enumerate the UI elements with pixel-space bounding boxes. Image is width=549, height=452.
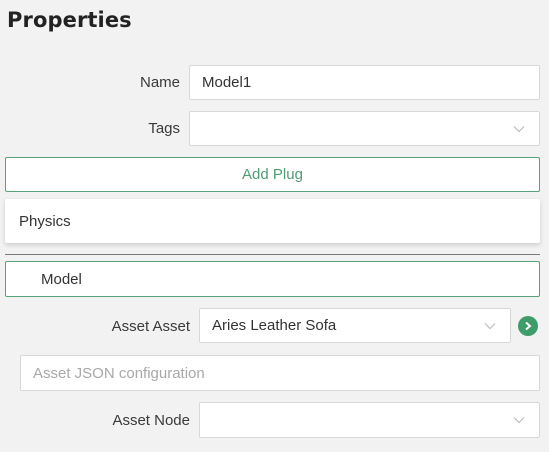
chevron-down-icon <box>484 322 496 329</box>
chevron-right-icon <box>525 321 532 331</box>
asset-node-label: Asset Node <box>112 412 190 429</box>
asset-value: Aries Leather Sofa <box>212 317 337 334</box>
tags-label: Tags <box>148 120 180 137</box>
properties-panel: Properties Name Tags Add Plug Physics Mo… <box>0 0 549 452</box>
physics-plug-label: Physics <box>19 212 71 230</box>
go-to-asset-icon[interactable] <box>518 316 538 336</box>
name-label: Name <box>139 74 180 91</box>
asset-json-input[interactable] <box>33 364 539 382</box>
asset-json-field[interactable] <box>20 355 540 391</box>
asset-label: Asset Asset <box>111 318 190 335</box>
chevron-down-icon <box>513 417 525 424</box>
model-section-label: Model <box>41 270 82 288</box>
name-field[interactable] <box>189 65 540 100</box>
physics-plug-item[interactable]: Physics <box>5 199 540 243</box>
panel-title: Properties <box>7 8 132 32</box>
asset-node-select[interactable] <box>199 402 540 438</box>
name-input[interactable] <box>202 74 539 91</box>
add-plug-button[interactable]: Add Plug <box>5 157 540 192</box>
chevron-down-icon <box>513 125 525 132</box>
asset-select[interactable]: Aries Leather Sofa <box>199 308 511 343</box>
tags-select[interactable] <box>189 111 540 146</box>
section-divider <box>5 254 540 255</box>
model-section-header[interactable]: Model <box>5 261 540 297</box>
